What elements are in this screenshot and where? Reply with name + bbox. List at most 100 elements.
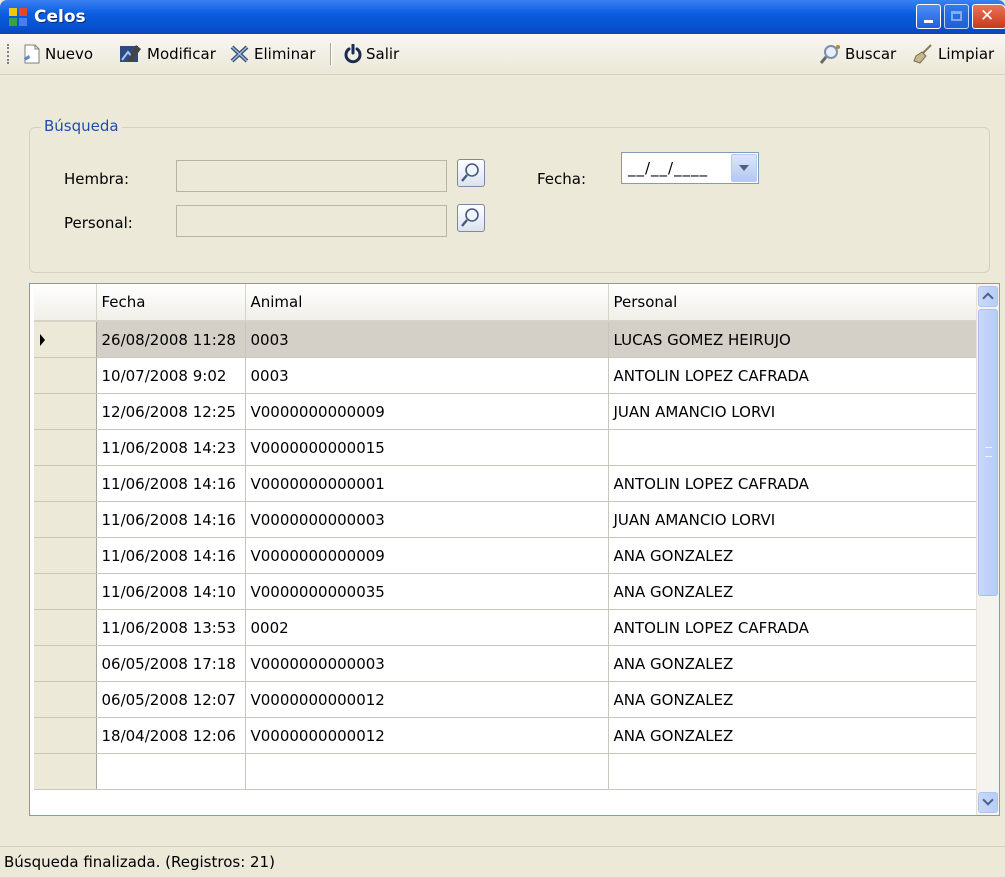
row-header[interactable]: [34, 573, 97, 610]
cell-animal[interactable]: 0003: [245, 321, 609, 358]
cell-fecha[interactable]: [96, 753, 246, 790]
row-header-corner: [34, 284, 97, 322]
row-header[interactable]: [34, 645, 97, 682]
row-header[interactable]: [34, 429, 97, 466]
cell-animal[interactable]: V0000000000012: [245, 717, 609, 754]
row-header[interactable]: [34, 501, 97, 538]
cell-personal[interactable]: [608, 429, 978, 466]
cell-fecha[interactable]: 11/06/2008 13:53: [96, 609, 246, 646]
toolbar-separator: [330, 43, 332, 65]
cell-fecha[interactable]: 06/05/2008 17:18: [96, 645, 246, 682]
cell-personal[interactable]: ANTOLIN LOPEZ CAFRADA: [608, 609, 978, 646]
row-header[interactable]: [34, 717, 97, 754]
cell-fecha[interactable]: 11/06/2008 14:16: [96, 537, 246, 574]
cell-fecha[interactable]: 12/06/2008 12:25: [96, 393, 246, 430]
buscar-button[interactable]: Buscar: [818, 43, 896, 65]
row-header[interactable]: [34, 609, 97, 646]
hembra-lookup-button[interactable]: [457, 159, 485, 187]
cell-animal[interactable]: 0003: [245, 357, 609, 394]
vertical-scrollbar[interactable]: [976, 284, 999, 815]
modificar-button[interactable]: Modificar: [118, 43, 216, 65]
chevron-down-icon[interactable]: [731, 154, 757, 182]
close-button[interactable]: [972, 4, 1005, 29]
broom-icon: [913, 44, 932, 64]
toolbar-grip[interactable]: [7, 44, 11, 64]
scroll-down-button[interactable]: [978, 792, 998, 813]
row-header[interactable]: [34, 465, 97, 502]
cell-fecha[interactable]: 26/08/2008 11:28: [96, 321, 246, 358]
row-header[interactable]: [34, 321, 97, 358]
row-header[interactable]: [34, 681, 97, 718]
cell-fecha[interactable]: 11/06/2008 14:10: [96, 573, 246, 610]
search-icon: [819, 45, 840, 64]
lookup-icon: [461, 163, 479, 182]
cell-animal[interactable]: [245, 753, 609, 790]
cell-personal[interactable]: [608, 753, 978, 790]
table-row[interactable]: 12/06/2008 12:25 V0000000000009 JUAN AMANC…: [34, 393, 978, 430]
search-group-legend: Búsqueda: [41, 117, 122, 135]
table-row[interactable]: [34, 753, 978, 790]
cell-animal[interactable]: V0000000000015: [245, 429, 609, 466]
table-row[interactable]: 10/07/2008 9:02 0003 ANTOLIN LOPEZ CAFRADA: [34, 357, 978, 394]
scroll-up-button[interactable]: [978, 286, 998, 307]
power-icon: [344, 44, 362, 64]
cell-personal[interactable]: JUAN AMANCIO LORVI: [608, 393, 978, 430]
column-header-personal[interactable]: Personal: [608, 284, 978, 322]
personal-field[interactable]: [176, 205, 447, 237]
cell-personal[interactable]: ANTOLIN LOPEZ CAFRADA: [608, 357, 978, 394]
table-row[interactable]: 06/05/2008 12:07 V0000000000012 ANA GONZAL…: [34, 681, 978, 718]
limpiar-button[interactable]: Limpiar: [913, 43, 994, 65]
cell-animal[interactable]: V0000000000009: [245, 537, 609, 574]
cell-fecha[interactable]: 11/06/2008 14:16: [96, 501, 246, 538]
row-header[interactable]: [34, 393, 97, 430]
lookup-icon: [461, 208, 479, 227]
table-row[interactable]: 11/06/2008 14:16 V0000000000001 ANTOLIN LO…: [34, 465, 978, 502]
row-header[interactable]: [34, 357, 97, 394]
table-row[interactable]: 11/06/2008 14:16 V0000000000009 ANA GONZAL…: [34, 537, 978, 574]
cell-animal[interactable]: V0000000000003: [245, 645, 609, 682]
cell-personal[interactable]: ANA GONZALEZ: [608, 645, 978, 682]
scroll-thumb[interactable]: [978, 309, 998, 596]
delete-icon: [230, 45, 249, 63]
table-row[interactable]: 11/06/2008 14:16 V0000000000003 JUAN AMANC…: [34, 501, 978, 538]
cell-personal[interactable]: ANA GONZALEZ: [608, 537, 978, 574]
cell-fecha[interactable]: 11/06/2008 14:23: [96, 429, 246, 466]
table-row[interactable]: 11/06/2008 14:23 V0000000000015: [34, 429, 978, 466]
table-row[interactable]: 06/05/2008 17:18 V0000000000003 ANA GONZAL…: [34, 645, 978, 682]
hembra-field[interactable]: [176, 160, 447, 192]
fecha-date-picker[interactable]: __/__/____: [621, 152, 759, 184]
row-header[interactable]: [34, 753, 97, 790]
cell-animal[interactable]: V0000000000035: [245, 573, 609, 610]
cell-animal[interactable]: 0002: [245, 609, 609, 646]
minimize-button[interactable]: [916, 4, 941, 29]
cell-animal[interactable]: V0000000000009: [245, 393, 609, 430]
cell-fecha[interactable]: 18/04/2008 12:06: [96, 717, 246, 754]
table-row[interactable]: 11/06/2008 13:53 0002 ANTOLIN LOPEZ CAFRAD…: [34, 609, 978, 646]
results-grid[interactable]: Fecha Animal Personal 26/08/2008 11:28 00…: [29, 283, 1000, 816]
row-header[interactable]: [34, 537, 97, 574]
salir-label: Salir: [366, 45, 400, 63]
column-header-animal[interactable]: Animal: [245, 284, 609, 322]
table-row[interactable]: 11/06/2008 14:10 V0000000000035 ANA GONZAL…: [34, 573, 978, 610]
cell-fecha[interactable]: 06/05/2008 12:07: [96, 681, 246, 718]
title-bar[interactable]: Celos: [0, 0, 1005, 34]
cell-animal[interactable]: V0000000000001: [245, 465, 609, 502]
cell-personal[interactable]: ANA GONZALEZ: [608, 681, 978, 718]
cell-fecha[interactable]: 10/07/2008 9:02: [96, 357, 246, 394]
cell-personal[interactable]: ANTOLIN LOPEZ CAFRADA: [608, 465, 978, 502]
cell-personal[interactable]: ANA GONZALEZ: [608, 717, 978, 754]
nuevo-button[interactable]: Nuevo: [22, 43, 93, 65]
cell-personal[interactable]: ANA GONZALEZ: [608, 573, 978, 610]
column-header-fecha[interactable]: Fecha: [96, 284, 246, 322]
eliminar-button[interactable]: Eliminar: [229, 43, 315, 65]
cell-animal[interactable]: V0000000000012: [245, 681, 609, 718]
cell-personal[interactable]: LUCAS GOMEZ HEIRUJO: [608, 321, 978, 358]
maximize-button[interactable]: [944, 4, 969, 29]
personal-lookup-button[interactable]: [457, 204, 485, 232]
table-row[interactable]: 26/08/2008 11:28 0003 LUCAS GOMEZ HEIRUJO: [34, 321, 978, 358]
table-row[interactable]: 18/04/2008 12:06 V0000000000012 ANA GONZAL…: [34, 717, 978, 754]
cell-animal[interactable]: V0000000000003: [245, 501, 609, 538]
cell-personal[interactable]: JUAN AMANCIO LORVI: [608, 501, 978, 538]
salir-button[interactable]: Salir: [343, 43, 399, 65]
cell-fecha[interactable]: 11/06/2008 14:16: [96, 465, 246, 502]
